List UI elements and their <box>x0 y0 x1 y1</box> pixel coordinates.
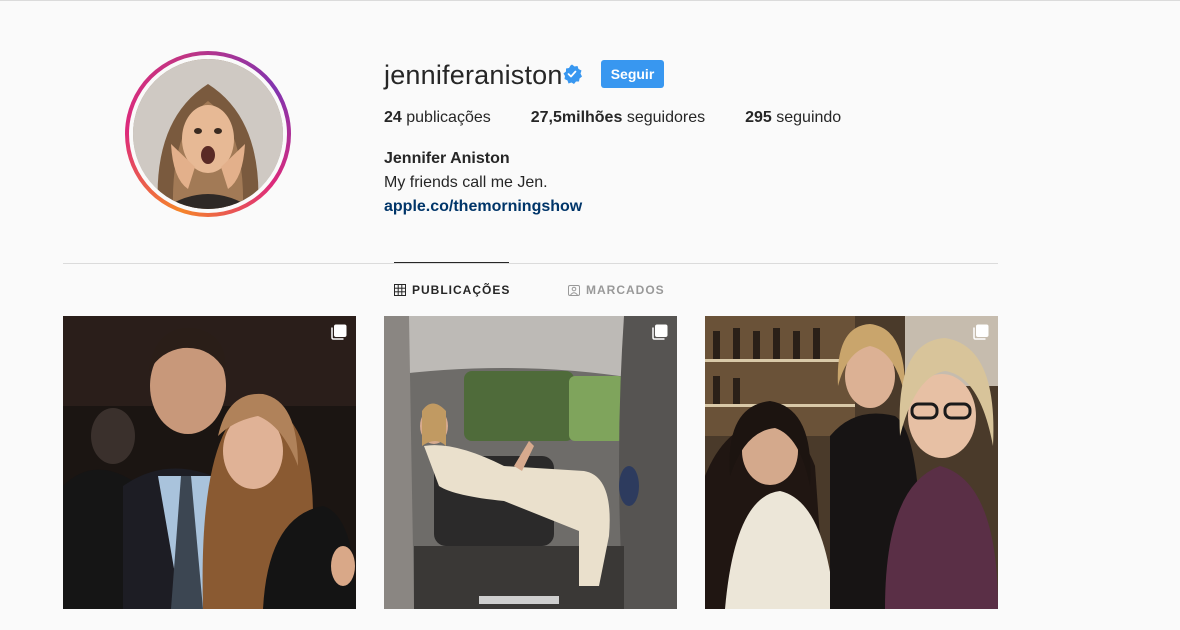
grid-icon <box>394 284 406 296</box>
tab-tagged[interactable]: MARCADOS <box>568 283 665 297</box>
following-count: 295 <box>745 109 772 126</box>
verified-badge-icon <box>563 64 582 84</box>
post-thumbnail-1[interactable] <box>63 316 356 609</box>
profile-full-name: Jennifer Aniston <box>384 150 510 167</box>
profile-avatar[interactable] <box>125 51 291 217</box>
tagged-icon <box>568 285 580 296</box>
tabs-divider <box>63 263 998 264</box>
tab-tagged-label: MARCADOS <box>586 283 665 297</box>
active-tab-indicator <box>394 262 509 263</box>
posts-label: publicações <box>406 109 491 126</box>
posts-count: 24 <box>384 109 402 126</box>
post-image-3 <box>705 316 998 609</box>
tab-posts-label: PUBLICAÇÕES <box>412 283 511 297</box>
profile-website-link[interactable]: apple.co/themorningshow <box>384 198 582 216</box>
avatar-image <box>133 59 283 209</box>
following-label: seguindo <box>776 109 842 126</box>
multiple-photos-icon <box>331 324 347 340</box>
profile-username: jenniferaniston <box>384 60 563 90</box>
followers-label: seguidores <box>626 109 706 126</box>
post-image-2 <box>384 316 677 609</box>
tab-posts[interactable]: PUBLICAÇÕES <box>394 283 510 297</box>
top-border <box>0 0 1180 1</box>
post-thumbnail-3[interactable] <box>705 316 998 609</box>
profile-stats: 24 publicações 27,5milhões seguidores 29… <box>384 109 881 127</box>
following-stat[interactable]: 295 seguindo <box>745 109 841 127</box>
followers-stat[interactable]: 27,5milhões seguidores <box>531 109 705 127</box>
post-image-1 <box>63 316 356 609</box>
multiple-photos-icon <box>973 324 989 340</box>
post-thumbnail-2[interactable] <box>384 316 677 609</box>
multiple-photos-icon <box>652 324 668 340</box>
followers-count: 27,5milhões <box>530 109 623 126</box>
posts-count-stat: 24 publicações <box>384 109 491 127</box>
profile-bio: My friends call me Jen. <box>384 174 548 191</box>
follow-button[interactable]: Seguir <box>601 60 664 88</box>
